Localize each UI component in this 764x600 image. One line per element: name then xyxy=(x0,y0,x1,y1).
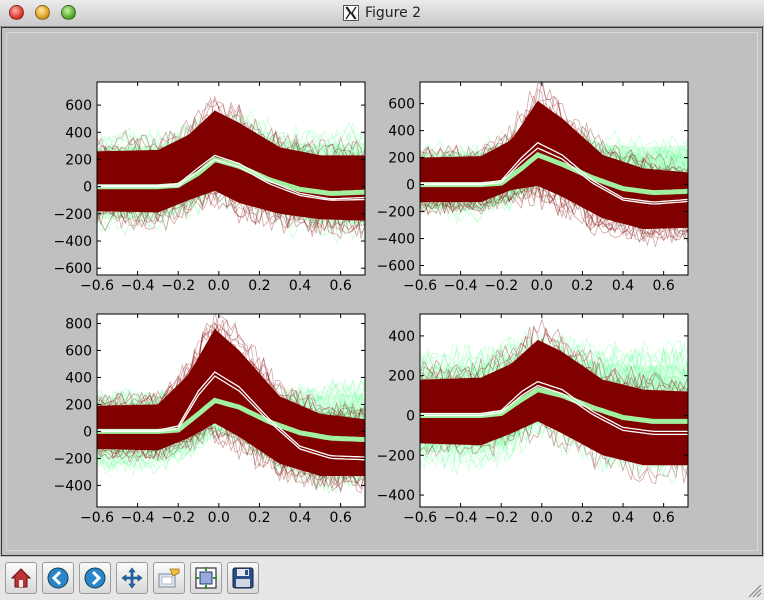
zoom-rect-icon xyxy=(158,568,180,588)
window-titlebar[interactable]: Figure 2 xyxy=(0,0,764,27)
floppy-disk-icon xyxy=(232,567,254,589)
window-title: Figure 2 xyxy=(364,5,422,21)
figure-canvas-border xyxy=(6,32,758,551)
x11-app-icon xyxy=(342,5,359,21)
subplots-icon xyxy=(195,567,217,589)
save-button[interactable] xyxy=(227,562,259,594)
configure-subplots-button[interactable] xyxy=(190,562,222,594)
forward-arrow-icon xyxy=(84,567,106,589)
back-button[interactable] xyxy=(42,562,74,594)
resize-grip-icon[interactable] xyxy=(748,584,762,598)
pan-button[interactable] xyxy=(116,562,148,594)
figure-canvas-frame xyxy=(1,27,763,556)
zoom-button[interactable] xyxy=(153,562,185,594)
home-button[interactable] xyxy=(5,562,37,594)
back-arrow-icon xyxy=(47,567,69,589)
navigation-toolbar xyxy=(0,557,764,600)
forward-button[interactable] xyxy=(79,562,111,594)
window-title-area: Figure 2 xyxy=(0,4,764,22)
home-icon xyxy=(10,568,32,588)
move-icon xyxy=(121,567,143,589)
